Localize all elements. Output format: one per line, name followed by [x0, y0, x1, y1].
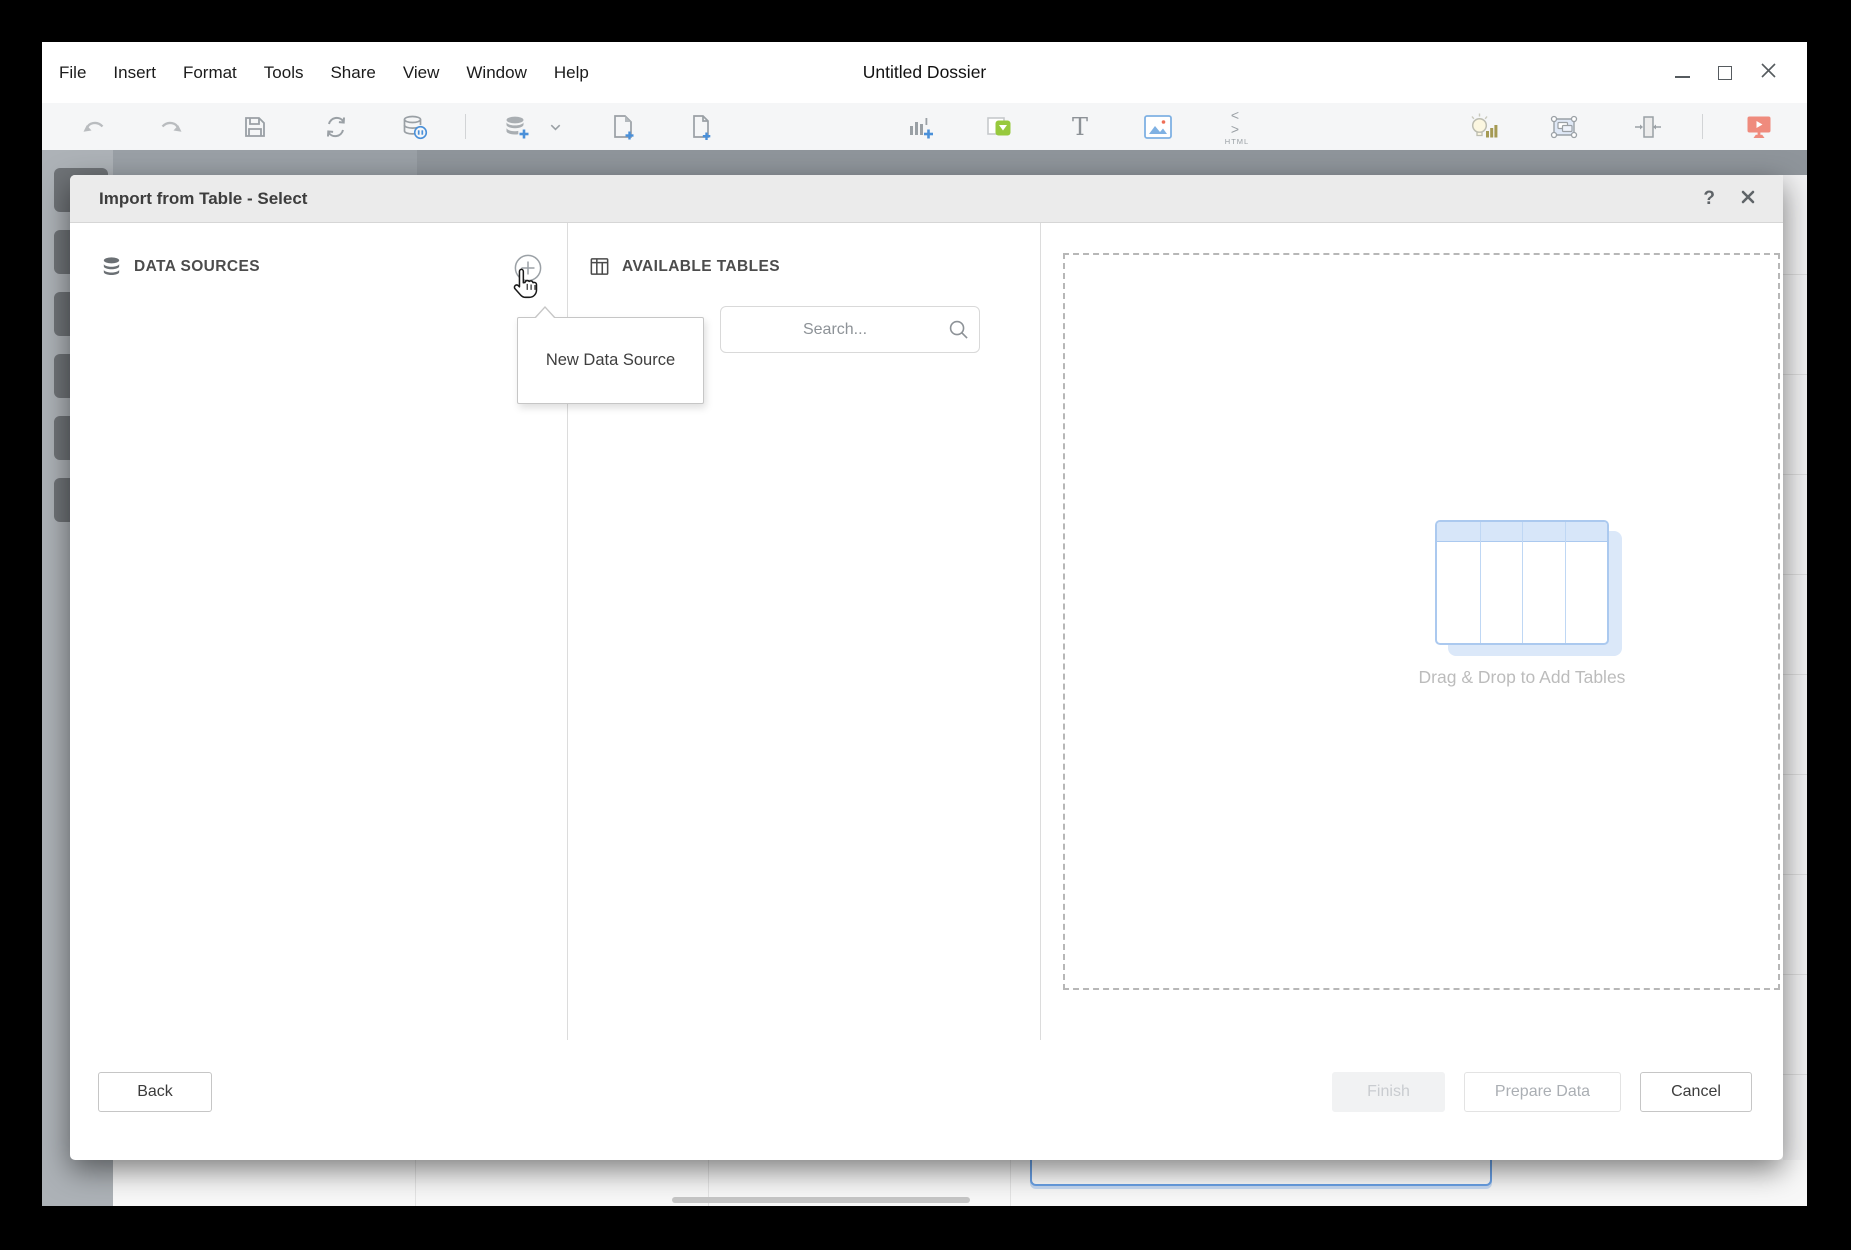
window-controls: [1675, 42, 1777, 103]
add-data-icon: [503, 113, 531, 141]
add-html-button[interactable]: < >HTML: [1221, 111, 1253, 143]
data-sources-label: DATA SOURCES: [134, 258, 260, 276]
new-data-source-tooltip: New Data Source: [517, 317, 704, 404]
toolbar: T < >HTML: [42, 103, 1807, 150]
undo-button[interactable]: [78, 111, 110, 143]
menu-items: File Insert Format Tools Share View Wind…: [59, 42, 589, 103]
add-image-icon: [1143, 114, 1173, 140]
fit-to-window-button[interactable]: [1632, 111, 1664, 143]
save-icon: [242, 114, 268, 140]
add-data-button[interactable]: [501, 111, 533, 143]
menu-bar: File Insert Format Tools Share View Wind…: [42, 42, 1807, 103]
background-canvas: [113, 1160, 1807, 1206]
horizontal-scrollbar[interactable]: [672, 1197, 970, 1203]
add-image-button[interactable]: [1142, 111, 1174, 143]
insights-button[interactable]: [1466, 111, 1498, 143]
insights-icon: [1466, 112, 1498, 142]
table-drop-zone[interactable]: Drag & Drop to Add Tables: [1063, 253, 1780, 990]
menu-tools[interactable]: Tools: [264, 63, 304, 83]
menu-share[interactable]: Share: [330, 63, 375, 83]
toolbar-separator: [1702, 114, 1703, 139]
close-icon: [1760, 62, 1777, 79]
datasource-status-button[interactable]: [398, 111, 430, 143]
menu-file[interactable]: File: [59, 63, 86, 83]
menu-window[interactable]: Window: [466, 63, 526, 83]
close-icon: [1741, 190, 1755, 204]
menu-insert[interactable]: Insert: [113, 63, 156, 83]
search-input[interactable]: [720, 306, 980, 353]
available-tables-label: AVAILABLE TABLES: [622, 258, 780, 276]
close-button[interactable]: [1760, 62, 1777, 84]
minimize-button[interactable]: [1675, 68, 1690, 78]
menu-view[interactable]: View: [403, 63, 440, 83]
prepare-data-button[interactable]: Prepare Data: [1464, 1072, 1621, 1112]
new-dossier-page-icon: [610, 113, 636, 141]
dialog-title: Import from Table - Select: [99, 189, 307, 209]
layout-grouping-icon: [1549, 112, 1579, 142]
background-right-panel: [1783, 175, 1807, 1160]
layout-grouping-button[interactable]: [1548, 111, 1580, 143]
search-icon: [948, 319, 969, 340]
tooltip-text: New Data Source: [546, 351, 675, 370]
menu-format[interactable]: Format: [183, 63, 237, 83]
maximize-button[interactable]: [1718, 66, 1732, 80]
redo-icon: [157, 113, 185, 141]
refresh-button[interactable]: [320, 111, 352, 143]
dialog-close-button[interactable]: [1741, 190, 1755, 209]
refresh-icon: [323, 114, 349, 140]
toolbar-separator: [465, 114, 466, 139]
menu-help[interactable]: Help: [554, 63, 589, 83]
maximize-icon: [1718, 66, 1732, 80]
background-pane-header: [113, 150, 1807, 175]
available-tables-header: AVAILABLE TABLES: [588, 255, 780, 278]
chevron-down-icon: [548, 120, 563, 135]
data-sources-icon: [100, 255, 123, 278]
app-window: File Insert Format Tools Share View Wind…: [42, 42, 1807, 1206]
table-search: [720, 306, 980, 353]
minimize-icon: [1675, 76, 1690, 78]
add-selector-icon: [985, 113, 1015, 141]
add-selector-button[interactable]: [984, 111, 1016, 143]
table-illustration: [1435, 520, 1625, 660]
dialog-body: DATA SOURCES New Data Source AVAILABLE T…: [70, 223, 1783, 1159]
new-dossier-page-button[interactable]: [607, 111, 639, 143]
undo-icon: [80, 113, 108, 141]
presentation-button[interactable]: [1743, 111, 1775, 143]
save-button[interactable]: [239, 111, 271, 143]
drop-hint-text: Drag & Drop to Add Tables: [1402, 667, 1642, 688]
add-visualization-button[interactable]: [905, 111, 937, 143]
finish-button[interactable]: Finish: [1332, 1072, 1445, 1112]
add-visualization-icon: [906, 113, 936, 141]
insert-page-button[interactable]: [685, 111, 717, 143]
fit-to-window-icon: [1633, 112, 1663, 142]
panel-divider: [1040, 223, 1041, 1040]
add-text-button[interactable]: T: [1064, 111, 1096, 143]
add-html-icon: < >HTML: [1221, 108, 1253, 146]
cancel-button[interactable]: Cancel: [1640, 1072, 1752, 1112]
redo-button[interactable]: [155, 111, 187, 143]
dialog-header: Import from Table - Select ?: [70, 175, 1783, 223]
back-button[interactable]: Back: [98, 1072, 212, 1112]
insert-page-icon: [688, 113, 714, 141]
presentation-icon: [1744, 112, 1774, 142]
add-data-dropdown[interactable]: [543, 111, 567, 143]
import-from-table-dialog: Import from Table - Select ? DATA SOURCE…: [70, 175, 1783, 1160]
add-text-icon: T: [1072, 115, 1088, 139]
datasource-status-icon: [400, 113, 428, 141]
data-sources-header: DATA SOURCES: [100, 255, 260, 278]
available-tables-icon: [588, 255, 611, 278]
hand-cursor: [508, 267, 542, 308]
help-button[interactable]: ?: [1703, 188, 1715, 210]
